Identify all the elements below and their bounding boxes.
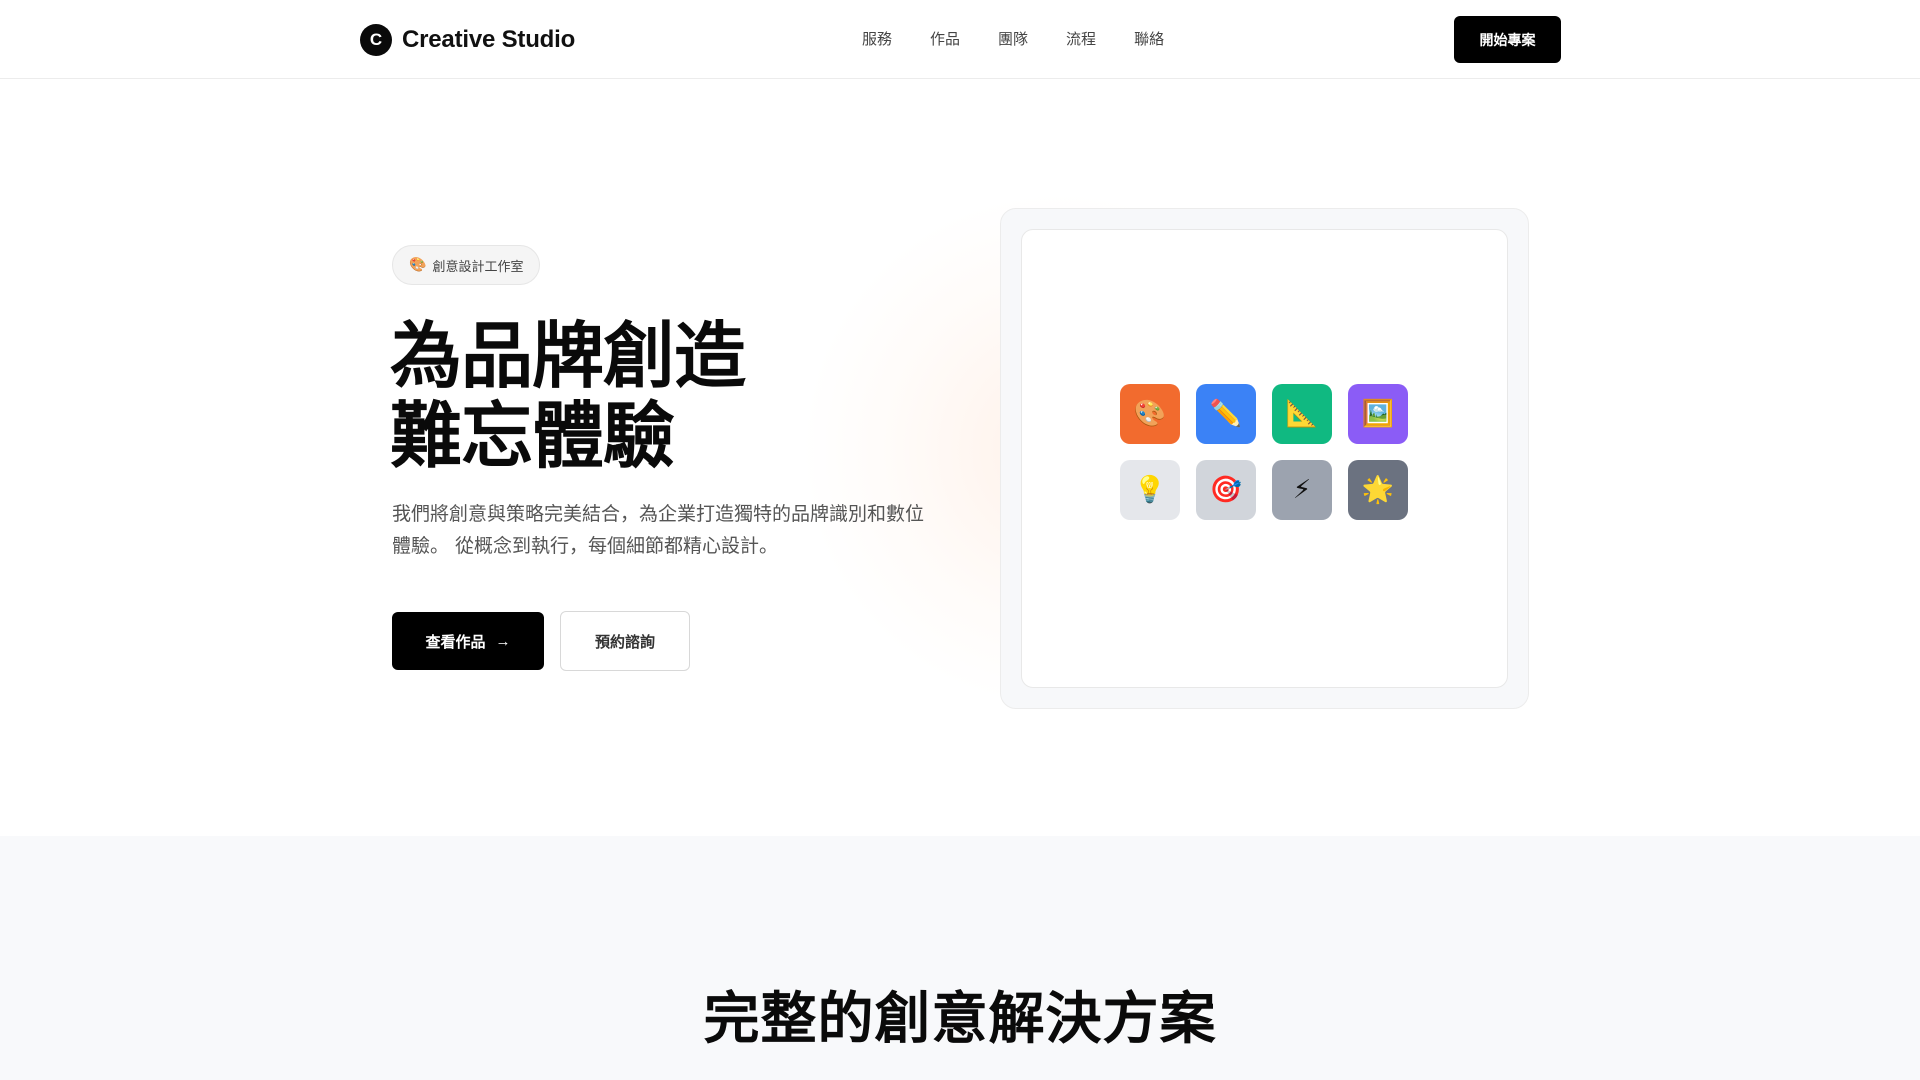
light-bulb-icon[interactable]: 💡: [1120, 460, 1180, 520]
book-consultation-button[interactable]: 預約諮詢: [560, 611, 690, 671]
framed-picture-icon[interactable]: 🖼️: [1348, 384, 1408, 444]
hero-title-line1: 為品牌創造: [390, 314, 746, 398]
nav-link-contact[interactable]: 聯絡: [1134, 28, 1164, 49]
studio-badge: 🎨 創意設計工作室: [392, 245, 541, 285]
pencil-icon[interactable]: ✏️: [1196, 384, 1256, 444]
target-icon[interactable]: 🎯: [1196, 460, 1256, 520]
arrow-right-icon: →: [495, 632, 511, 650]
hero-description: 我們將創意與策略完美結合，為企業打造獨特的品牌識別和數位體驗。 從概念到執行，每…: [392, 503, 925, 557]
site-header: C Creative Studio 服務 作品 團隊 流程 聯絡 開始專案: [0, 0, 1920, 79]
nav-link-process[interactable]: 流程: [1066, 28, 1096, 49]
badge-label: 創意設計工作室: [432, 259, 524, 275]
showcase-card: 🎨 ✏️ 📐 🖼️ 💡 🎯 ⚡ 🌟: [1000, 208, 1529, 709]
icon-tile-grid: 🎨 ✏️ 📐 🖼️ 💡 🎯 ⚡ 🌟: [1120, 384, 1408, 520]
star-icon[interactable]: 🌟: [1348, 460, 1408, 520]
view-work-button[interactable]: 查看作品 →: [392, 612, 544, 670]
hero-title-line2: 難忘體驗: [390, 394, 675, 478]
services-section: 完整的創意解決方案: [0, 836, 1920, 1080]
palette-icon: 🎨: [409, 257, 427, 273]
hero-title: 為品牌創造 難忘體驗: [390, 314, 746, 478]
triangle-ruler-icon[interactable]: 📐: [1272, 384, 1332, 444]
logo[interactable]: C Creative Studio: [360, 24, 575, 56]
showcase-panel: 🎨 ✏️ 📐 🖼️ 💡 🎯 ⚡ 🌟: [1021, 229, 1508, 688]
services-title: 完整的創意解決方案: [703, 987, 1217, 1052]
view-work-label: 查看作品: [425, 633, 486, 651]
lightning-icon[interactable]: ⚡: [1272, 460, 1332, 520]
hero-section: 🎨 創意設計工作室 為品牌創造 難忘體驗 我們將創意與策略完美結合，為企業打造獨…: [0, 80, 1920, 836]
main-nav: 服務 作品 團隊 流程 聯絡: [862, 28, 1164, 49]
logo-text: Creative Studio: [402, 26, 576, 53]
nav-link-team[interactable]: 團隊: [998, 28, 1028, 49]
logo-mark: C: [360, 24, 392, 56]
nav-link-services[interactable]: 服務: [862, 28, 892, 49]
nav-link-work[interactable]: 作品: [930, 28, 960, 49]
start-project-button[interactable]: 開始專案: [1454, 16, 1561, 63]
palette-icon[interactable]: 🎨: [1120, 384, 1180, 444]
